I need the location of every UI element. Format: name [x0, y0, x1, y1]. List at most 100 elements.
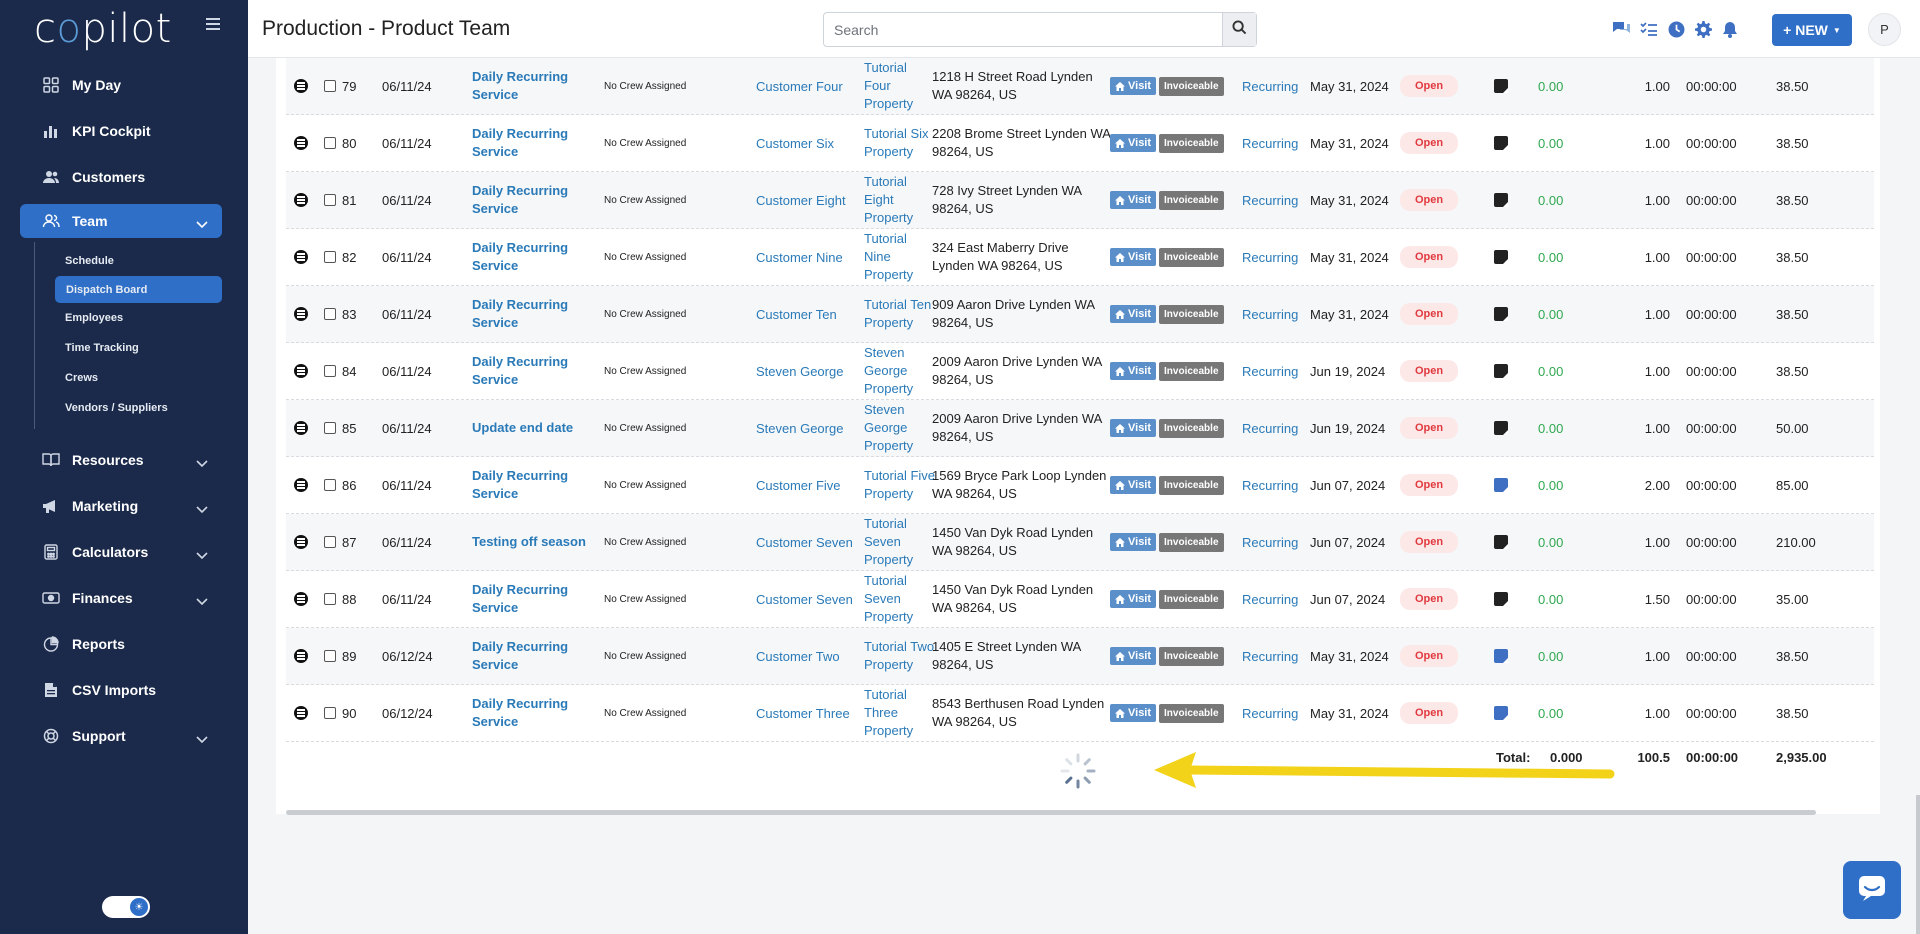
- sidebar-item-customers[interactable]: Customers: [0, 154, 248, 200]
- job-title-link[interactable]: Daily Recurring Service: [472, 571, 602, 627]
- property-link[interactable]: Tutorial Three Property: [864, 685, 936, 741]
- note-icon[interactable]: [1494, 649, 1508, 663]
- note-icon[interactable]: [1494, 250, 1508, 264]
- note-icon[interactable]: [1494, 478, 1508, 492]
- sidebar-item-resources[interactable]: Resources: [0, 437, 248, 483]
- clock-icon[interactable]: [1666, 19, 1686, 39]
- customer-link[interactable]: Customer Three: [756, 685, 866, 741]
- customer-link[interactable]: Customer Ten: [756, 286, 866, 342]
- property-link[interactable]: Tutorial Seven Property: [864, 571, 936, 627]
- row-checkbox[interactable]: [324, 536, 336, 548]
- note-icon[interactable]: [1494, 592, 1508, 606]
- customer-link[interactable]: Steven George: [756, 400, 866, 456]
- property-link[interactable]: Tutorial Nine Property: [864, 229, 936, 285]
- new-button[interactable]: + NEW ▼: [1772, 14, 1852, 46]
- customer-link[interactable]: Customer Six: [756, 115, 866, 171]
- sidebar-subitem-time-tracking[interactable]: Time Tracking: [35, 333, 248, 363]
- property-link[interactable]: Tutorial Two Property: [864, 628, 936, 684]
- logo[interactable]: copilot: [34, 6, 172, 52]
- note-icon[interactable]: [1494, 421, 1508, 435]
- hamburger-menu-icon[interactable]: [206, 18, 220, 30]
- search-button[interactable]: [1222, 13, 1256, 46]
- property-link[interactable]: Tutorial Seven Property: [864, 514, 936, 570]
- note-icon[interactable]: [1494, 706, 1508, 720]
- customer-link[interactable]: Customer Four: [756, 58, 866, 114]
- row-checkbox[interactable]: [324, 650, 336, 662]
- drag-handle[interactable]: [294, 58, 310, 114]
- property-link[interactable]: Tutorial Eight Property: [864, 172, 936, 228]
- recurring-link[interactable]: Recurring: [1242, 172, 1302, 228]
- job-title-link[interactable]: Daily Recurring Service: [472, 172, 602, 228]
- sidebar-item-finances[interactable]: Finances: [0, 575, 248, 621]
- chat-icon[interactable]: [1612, 19, 1632, 39]
- customer-link[interactable]: Customer Five: [756, 457, 866, 513]
- drag-handle[interactable]: [294, 628, 310, 684]
- recurring-link[interactable]: Recurring: [1242, 58, 1302, 114]
- job-title-link[interactable]: Daily Recurring Service: [472, 115, 602, 171]
- job-title-link[interactable]: Daily Recurring Service: [472, 628, 602, 684]
- sidebar-subitem-employees[interactable]: Employees: [35, 303, 248, 333]
- job-title-link[interactable]: Daily Recurring Service: [472, 457, 602, 513]
- drag-handle[interactable]: [294, 343, 310, 399]
- note-icon[interactable]: [1494, 136, 1508, 150]
- drag-handle[interactable]: [294, 571, 310, 627]
- gear-icon[interactable]: [1693, 19, 1713, 39]
- property-link[interactable]: Tutorial Four Property: [864, 58, 936, 114]
- vertical-scrollbar[interactable]: [1916, 795, 1920, 934]
- job-title-link[interactable]: Daily Recurring Service: [472, 58, 602, 114]
- job-title-link[interactable]: Daily Recurring Service: [472, 343, 602, 399]
- property-link[interactable]: Tutorial Six Property: [864, 115, 936, 171]
- property-link[interactable]: Tutorial Five Property: [864, 457, 936, 513]
- note-icon[interactable]: [1494, 535, 1508, 549]
- sidebar-subitem-dispatch-board[interactable]: Dispatch Board: [55, 276, 222, 303]
- note-icon[interactable]: [1494, 79, 1508, 93]
- row-checkbox[interactable]: [324, 422, 336, 434]
- sidebar-item-team[interactable]: Team: [20, 204, 222, 238]
- theme-toggle[interactable]: ☀: [102, 896, 150, 918]
- drag-handle[interactable]: [294, 514, 310, 570]
- sidebar-item-reports[interactable]: Reports: [0, 621, 248, 667]
- sidebar-item-my-day[interactable]: My Day: [0, 62, 248, 108]
- drag-handle[interactable]: [294, 115, 310, 171]
- recurring-link[interactable]: Recurring: [1242, 685, 1302, 741]
- recurring-link[interactable]: Recurring: [1242, 628, 1302, 684]
- drag-handle[interactable]: [294, 229, 310, 285]
- recurring-link[interactable]: Recurring: [1242, 343, 1302, 399]
- sidebar-subitem-schedule[interactable]: Schedule: [35, 246, 248, 276]
- property-link[interactable]: Steven George Property: [864, 343, 936, 399]
- horizontal-scrollbar[interactable]: [286, 810, 1816, 815]
- drag-handle[interactable]: [294, 400, 310, 456]
- row-checkbox[interactable]: [324, 707, 336, 719]
- row-checkbox[interactable]: [324, 479, 336, 491]
- recurring-link[interactable]: Recurring: [1242, 400, 1302, 456]
- job-title-link[interactable]: Testing off season: [472, 514, 602, 570]
- sidebar-item-csv-imports[interactable]: CSV Imports: [0, 667, 248, 713]
- sidebar-item-marketing[interactable]: Marketing: [0, 483, 248, 529]
- row-checkbox[interactable]: [324, 194, 336, 206]
- property-link[interactable]: Tutorial Ten Property: [864, 286, 936, 342]
- note-icon[interactable]: [1494, 307, 1508, 321]
- sidebar-item-kpi-cockpit[interactable]: KPI Cockpit: [0, 108, 248, 154]
- drag-handle[interactable]: [294, 457, 310, 513]
- recurring-link[interactable]: Recurring: [1242, 457, 1302, 513]
- recurring-link[interactable]: Recurring: [1242, 115, 1302, 171]
- recurring-link[interactable]: Recurring: [1242, 571, 1302, 627]
- note-icon[interactable]: [1494, 364, 1508, 378]
- avatar[interactable]: P: [1868, 13, 1901, 46]
- bell-icon[interactable]: [1720, 19, 1740, 39]
- job-title-link[interactable]: Daily Recurring Service: [472, 685, 602, 741]
- property-link[interactable]: Steven George Property: [864, 400, 936, 456]
- customer-link[interactable]: Customer Seven: [756, 571, 866, 627]
- note-icon[interactable]: [1494, 193, 1508, 207]
- row-checkbox[interactable]: [324, 137, 336, 149]
- row-checkbox[interactable]: [324, 80, 336, 92]
- recurring-link[interactable]: Recurring: [1242, 514, 1302, 570]
- recurring-link[interactable]: Recurring: [1242, 229, 1302, 285]
- job-title-link[interactable]: Daily Recurring Service: [472, 229, 602, 285]
- job-title-link[interactable]: Update end date: [472, 400, 602, 456]
- customer-link[interactable]: Customer Seven: [756, 514, 866, 570]
- customer-link[interactable]: Customer Nine: [756, 229, 866, 285]
- sidebar-subitem-crews[interactable]: Crews: [35, 363, 248, 393]
- recurring-link[interactable]: Recurring: [1242, 286, 1302, 342]
- row-checkbox[interactable]: [324, 308, 336, 320]
